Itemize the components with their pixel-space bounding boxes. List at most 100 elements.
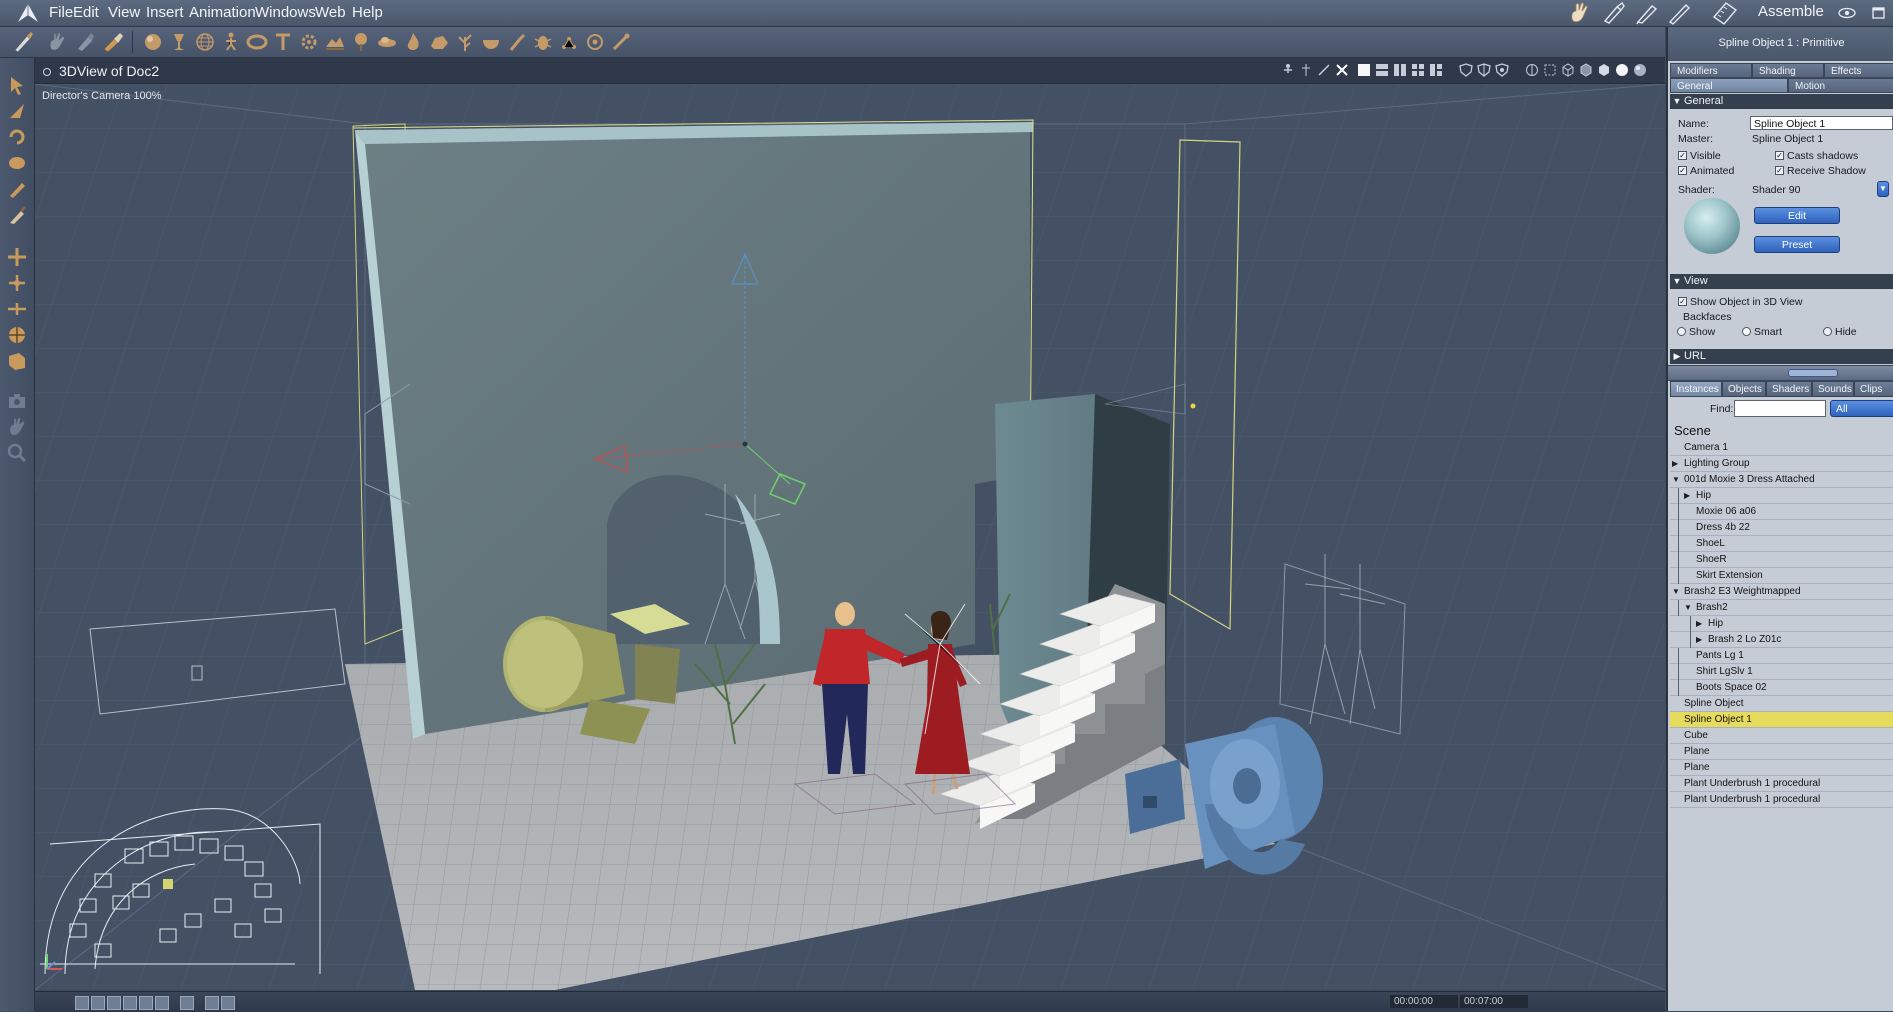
scene-tree-row[interactable]: Shirt LgSlv 1 <box>1670 664 1893 680</box>
key-prev-icon[interactable] <box>205 996 219 1010</box>
collapse-triangle-icon[interactable]: ▼ <box>1684 600 1692 616</box>
tab-modifiers[interactable]: Modifiers <box>1670 63 1752 78</box>
figure-icon[interactable] <box>218 30 244 54</box>
edit-button[interactable]: Edit <box>1754 207 1840 224</box>
menu-windows[interactable]: Windows <box>255 4 316 21</box>
scene-tree-row[interactable]: Plane <box>1670 744 1893 760</box>
scene-tree-row[interactable]: Moxie 06 a06 <box>1670 504 1893 520</box>
scene-tree-row[interactable]: Plant Underbrush 1 procedural <box>1670 776 1893 792</box>
tab-effects[interactable]: Effects <box>1824 63 1893 78</box>
layout-split-h-icon[interactable] <box>1375 63 1389 77</box>
room-pencil-icon[interactable] <box>1667 1 1693 25</box>
shield-icon[interactable] <box>1459 63 1473 77</box>
rotate-icon[interactable] <box>5 124 29 150</box>
expand-triangle-icon[interactable]: ▶ <box>1672 456 1678 472</box>
play-end-icon[interactable] <box>155 996 169 1010</box>
panel-splitter[interactable] <box>1668 365 1893 381</box>
bug-icon[interactable] <box>530 30 556 54</box>
menu-animation[interactable]: Animation <box>189 4 256 21</box>
flat-shaded-icon[interactable] <box>1597 63 1611 77</box>
dotted-box-icon[interactable] <box>1543 63 1557 77</box>
scene-render[interactable] <box>35 84 1665 990</box>
keyframe-icon[interactable] <box>180 996 194 1010</box>
stop-icon[interactable] <box>107 996 121 1010</box>
shader-preview-ball[interactable] <box>1684 198 1740 254</box>
find-input[interactable] <box>1734 400 1826 417</box>
backface-show-radio[interactable] <box>1677 327 1686 336</box>
splitter-grip-icon[interactable] <box>1788 369 1838 377</box>
app-logo-icon[interactable] <box>16 2 40 24</box>
scene-tree-row[interactable]: ▼ Brash2 E3 Weightmapped <box>1670 584 1893 600</box>
receive-shadow-checkbox[interactable]: ✓ <box>1775 166 1784 175</box>
show-in-3d-checkbox[interactable]: ✓ <box>1678 297 1687 306</box>
move-plane-icon[interactable] <box>5 270 29 296</box>
tab-objects[interactable]: Objects <box>1722 381 1766 397</box>
tab-sounds[interactable]: Sounds <box>1812 381 1854 397</box>
tab-clips[interactable]: Clips <box>1854 381 1893 397</box>
scene-tree-row[interactable]: Skirt Extension <box>1670 568 1893 584</box>
expand-triangle-icon[interactable]: ▶ <box>1696 616 1702 632</box>
target-icon[interactable] <box>582 30 608 54</box>
menu-help[interactable]: Help <box>352 4 383 21</box>
scene-tree-row[interactable]: Spline Object 1 <box>1670 712 1893 728</box>
play-icon[interactable] <box>123 996 137 1010</box>
scene-tree-row[interactable]: Spline Object <box>1670 696 1893 712</box>
collapse-triangle-icon[interactable]: ▼ <box>1672 584 1680 600</box>
scene-tree-row[interactable]: Boots Space 02 <box>1670 680 1893 696</box>
scene-tree-row[interactable]: ▶ Brash 2 Lo Z01c <box>1670 632 1893 648</box>
twist-icon[interactable] <box>5 150 29 176</box>
brush-icon[interactable] <box>10 30 36 54</box>
camera-label[interactable]: Director's Camera 100% <box>42 90 161 102</box>
pencil-icon[interactable] <box>5 176 29 202</box>
text-icon[interactable] <box>270 30 296 54</box>
step-back-icon[interactable] <box>91 996 105 1010</box>
room-pen-icon[interactable] <box>1634 1 1660 25</box>
scene-tree-row[interactable]: Cube <box>1670 728 1893 744</box>
hand-icon[interactable] <box>44 30 70 54</box>
rock-icon[interactable] <box>426 30 452 54</box>
grab-icon[interactable] <box>72 30 98 54</box>
hidden-line-icon[interactable] <box>1579 63 1593 77</box>
layout-three-icon[interactable] <box>1429 63 1443 77</box>
select-arrow-icon[interactable] <box>5 72 29 98</box>
casts-shadows-checkbox[interactable]: ✓ <box>1775 151 1784 160</box>
room-ruler-icon[interactable] <box>1712 1 1738 25</box>
texture-shaded-icon[interactable] <box>1633 63 1647 77</box>
viewport-menu-icon[interactable] <box>43 68 51 76</box>
scene-tree-row[interactable]: ▶ Hip <box>1670 488 1893 504</box>
wireframe-icon[interactable] <box>1561 63 1575 77</box>
gear-icon[interactable] <box>296 30 322 54</box>
menu-view[interactable]: View <box>108 4 140 21</box>
window-maximize-icon[interactable] <box>1866 1 1886 25</box>
cloud-icon[interactable] <box>374 30 400 54</box>
scale-icon[interactable] <box>5 348 29 374</box>
skeleton-icon[interactable] <box>1299 63 1313 77</box>
select-object-icon[interactable] <box>5 98 29 124</box>
terrain-icon[interactable] <box>322 30 348 54</box>
bowl-icon[interactable] <box>478 30 504 54</box>
particles-icon[interactable] <box>556 30 582 54</box>
torch-icon[interactable] <box>504 30 530 54</box>
animated-checkbox[interactable]: ✓ <box>1678 166 1687 175</box>
expand-triangle-icon[interactable]: ▶ <box>1696 632 1702 648</box>
figure-select-icon[interactable] <box>1281 63 1295 77</box>
bones-icon[interactable] <box>1317 63 1331 77</box>
general-section-header[interactable]: ▼ General <box>1670 94 1893 109</box>
tab-shaders[interactable]: Shaders <box>1766 381 1812 397</box>
bone-icon[interactable] <box>608 30 634 54</box>
zoom-icon[interactable] <box>5 440 29 466</box>
plant-icon[interactable] <box>452 30 478 54</box>
layout-quad-icon[interactable] <box>1411 63 1425 77</box>
shield-half-icon[interactable] <box>1477 63 1491 77</box>
end-time-field[interactable]: 00:07:00 <box>1460 995 1528 1008</box>
filter-dropdown[interactable]: All <box>1830 400 1893 417</box>
scene-tree-row[interactable]: Plant Underbrush 1 procedural <box>1670 792 1893 808</box>
goblet-icon[interactable] <box>166 30 192 54</box>
menu-web[interactable]: Web <box>315 4 346 21</box>
3d-viewport[interactable]: Director's Camera 100% <box>35 84 1665 990</box>
backface-hide-radio[interactable] <box>1823 327 1832 336</box>
tab-shading[interactable]: Shading <box>1752 63 1824 78</box>
menu-edit[interactable]: Edit <box>73 4 99 21</box>
smooth-shaded-icon[interactable] <box>1615 63 1629 77</box>
scene-tree-row[interactable]: Dress 4b 22 <box>1670 520 1893 536</box>
